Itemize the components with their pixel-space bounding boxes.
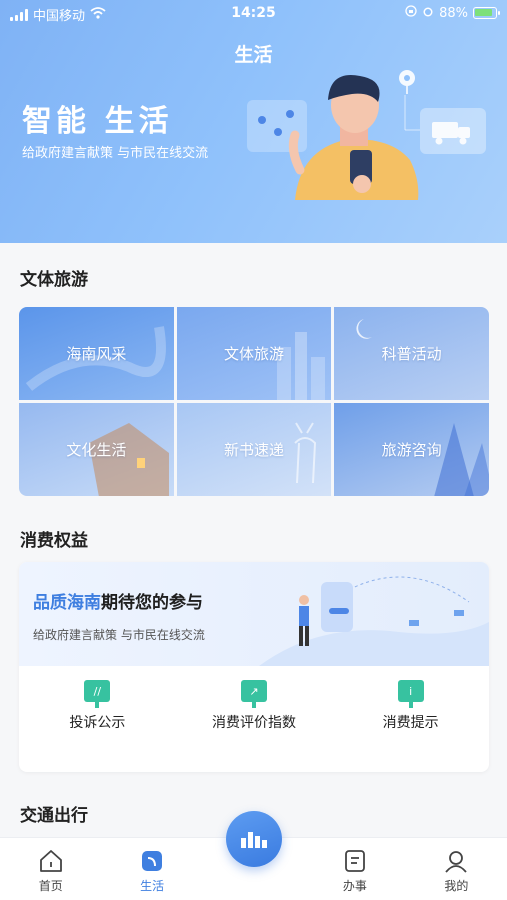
- nav-label: 首页: [38, 879, 63, 893]
- battery-percent: 88%: [439, 5, 468, 21]
- life-icon: [142, 851, 163, 871]
- nav-label: 我的: [444, 879, 469, 893]
- consumer-banner[interactable]: 品质海南期待您的参与 给政府建言献策 与市民在线交流: [19, 562, 489, 666]
- service-complaint-publicity[interactable]: // 投诉公示: [19, 680, 176, 732]
- nav-center-button[interactable]: [226, 811, 282, 867]
- nav-item-profile[interactable]: 我的: [406, 838, 507, 900]
- consumer-card: 品质海南期待您的参与 给政府建言献策 与市民在线交流 // 投诉公示 ↗ 消费评…: [19, 562, 489, 772]
- user-icon: [445, 851, 468, 873]
- section-title-traffic: 交通出行: [20, 806, 88, 826]
- page-title: 生活: [234, 44, 273, 66]
- tile-label: 旅游咨询: [381, 441, 442, 459]
- tile-science-activities[interactable]: 科普活动: [334, 307, 489, 400]
- alarm-icon: [422, 5, 434, 21]
- banner-illustration: [259, 576, 489, 666]
- hero-heading: 智能 生活: [22, 104, 173, 139]
- tile-travel-consult[interactable]: 旅游咨询: [334, 403, 489, 496]
- nav-item-home[interactable]: 首页: [0, 838, 101, 900]
- battery-icon: [473, 7, 500, 19]
- nav-label: 办事: [342, 879, 367, 893]
- consumer-services: // 投诉公示 ↗ 消费评价指数 i 消费提示: [19, 680, 489, 732]
- nav-item-life[interactable]: 生活: [101, 838, 202, 900]
- tile-label: 文体旅游: [223, 345, 284, 363]
- tile-cultural-life[interactable]: 文化生活: [19, 403, 174, 496]
- home-icon: [39, 850, 62, 872]
- service-label: 消费评价指数: [212, 715, 296, 731]
- tile-new-books[interactable]: 新书速递: [176, 403, 332, 496]
- tile-label: 海南风采: [66, 345, 127, 363]
- banner-title-highlight: 品质海南: [33, 593, 101, 613]
- service-label: 消费提示: [382, 715, 439, 731]
- hero-subtitle: 给政府建言献策 与市民在线交流: [22, 146, 209, 161]
- hero-banner: 中国移动 14:25 88% 生活 智能 生活 给政府建言献策 与市民在线交流: [0, 0, 507, 243]
- service-label: 投诉公示: [69, 715, 126, 731]
- tile-label: 文化生活: [66, 441, 127, 459]
- service-consumer-index[interactable]: ↗ 消费评价指数: [176, 680, 333, 732]
- tile-culture-tourism[interactable]: 文体旅游: [176, 307, 332, 400]
- section-title-culture: 文体旅游: [20, 270, 88, 290]
- nav-item-services[interactable]: 办事: [304, 838, 405, 900]
- tile-hainan-style[interactable]: 海南风采: [19, 307, 174, 400]
- tile-label: 科普活动: [381, 345, 442, 363]
- nav-label: 生活: [140, 879, 165, 893]
- lock-rotation-icon: [405, 5, 417, 21]
- culture-tiles: 海南风采 文体旅游 科普活动 文化生活 新书速递 旅游咨询: [19, 307, 489, 496]
- info-board-icon: i: [397, 680, 424, 708]
- board-icon: //: [84, 680, 111, 708]
- tile-label: 新书速递: [223, 441, 284, 459]
- banner-subtitle: 给政府建言献策 与市民在线交流: [33, 628, 205, 642]
- document-icon: [345, 850, 365, 872]
- banner-title-rest: 期待您的参与: [101, 593, 203, 613]
- banner-title: 品质海南期待您的参与: [33, 588, 203, 613]
- city-icon: [241, 832, 267, 848]
- service-consumer-tips[interactable]: i 消费提示: [332, 680, 489, 732]
- section-title-consumer: 消费权益: [20, 531, 88, 551]
- trend-board-icon: ↗: [241, 680, 267, 708]
- status-bar: 中国移动 14:25 88%: [0, 0, 507, 28]
